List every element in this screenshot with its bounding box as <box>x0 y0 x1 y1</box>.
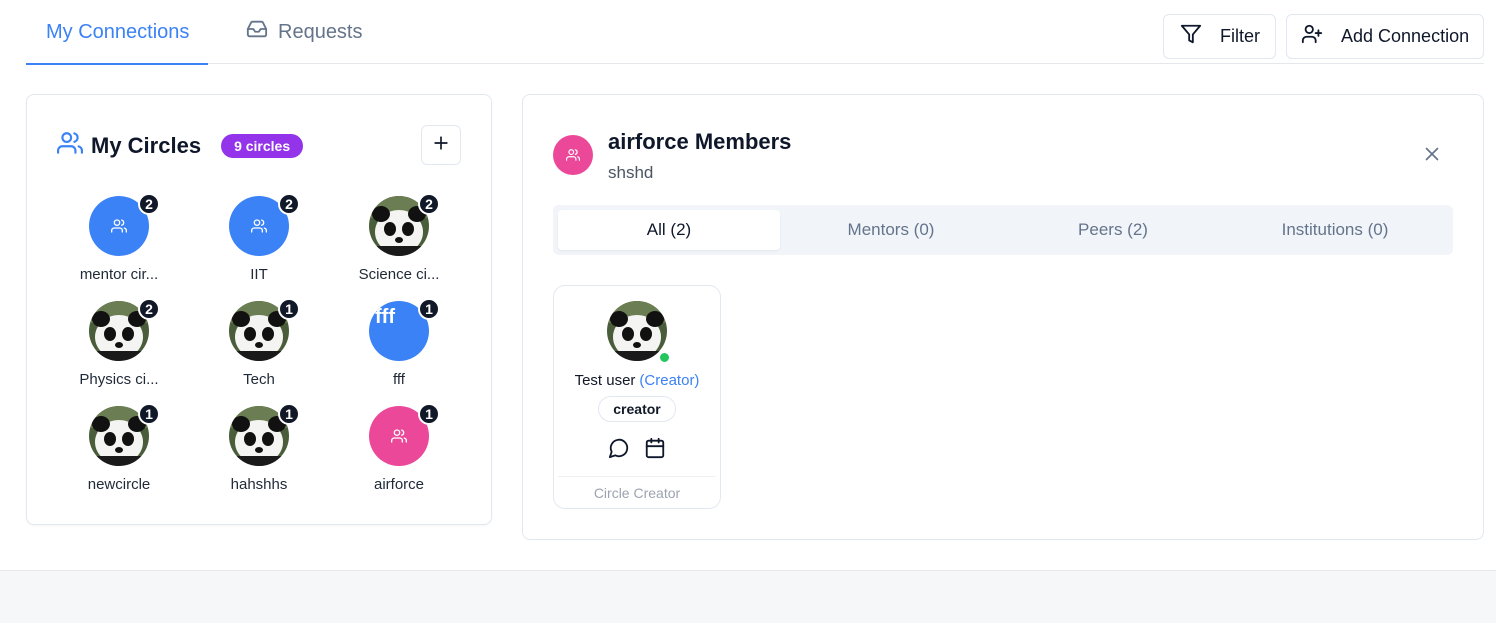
member-count-badge: 1 <box>278 298 300 320</box>
top-tab-bar: My Connections Requests Filter Add Conne… <box>26 0 1484 65</box>
circle-members-panel: airforce Members shshd All (2) Mentors (… <box>522 94 1484 540</box>
circle-item-newcircle[interactable]: 1 newcircle <box>57 403 177 501</box>
filter-tab-mentors[interactable]: Mentors (0) <box>780 210 1002 250</box>
circle-item-hahshhs[interactable]: 1 hahshhs <box>197 403 317 501</box>
circle-name: airforce <box>373 476 425 493</box>
circle-name: Science ci... <box>358 266 440 283</box>
circle-name: newcircle <box>87 476 151 493</box>
calendar-icon[interactable] <box>644 437 666 459</box>
circle-item-airforce[interactable]: 1 airforce <box>337 403 457 501</box>
member-role-tag: (Creator) <box>639 372 700 389</box>
member-count-badge: 1 <box>418 403 440 425</box>
circles-count-badge: 9 circles <box>221 133 304 158</box>
member-count-badge: 2 <box>138 298 160 320</box>
filter-button-label: Filter <box>1220 26 1260 46</box>
circle-item-iit[interactable]: 2 IIT <box>197 193 317 291</box>
members-subtitle: shshd <box>608 163 654 182</box>
member-count-badge: 2 <box>418 193 440 215</box>
member-card-footer: Circle Creator <box>558 476 716 501</box>
circle-item-mentor[interactable]: 2 mentor cir... <box>57 193 177 291</box>
members-title: airforce Members <box>608 129 792 154</box>
member-role-badge: creator <box>598 396 676 422</box>
circle-name: fff <box>393 371 405 388</box>
my-circles-panel: My Circles 9 circles 2 mentor cir... 2 I… <box>26 94 492 525</box>
add-circle-button[interactable] <box>421 125 461 165</box>
users-icon <box>57 130 83 161</box>
my-circles-title: My Circles <box>91 132 202 158</box>
member-actions <box>608 437 666 459</box>
circle-item-tech[interactable]: 1 Tech <box>197 298 317 396</box>
filter-tab-institutions[interactable]: Institutions (0) <box>1224 210 1446 250</box>
tab-my-connections-label: My Connections <box>46 20 190 43</box>
my-circles-header: My Circles 9 circles <box>57 130 304 161</box>
filter-icon <box>1180 23 1202 50</box>
member-card[interactable]: Test user (Creator) creator Circle Creato… <box>553 285 721 509</box>
tab-requests[interactable]: Requests <box>246 0 363 64</box>
member-count-badge: 1 <box>138 403 160 425</box>
broken-image-alt-text: fff <box>375 305 395 328</box>
circle-item-science[interactable]: 2 Science ci... <box>337 193 457 291</box>
plus-icon <box>431 133 451 158</box>
user-plus-icon <box>1301 23 1323 50</box>
member-count-badge: 2 <box>278 193 300 215</box>
filter-tab-peers[interactable]: Peers (2) <box>1002 210 1224 250</box>
member-avatar <box>607 301 667 361</box>
member-count-badge: 1 <box>418 298 440 320</box>
online-status-dot <box>658 351 671 364</box>
circle-name: mentor cir... <box>79 266 159 283</box>
member-name-text: Test user <box>574 372 636 389</box>
member-name: Test user (Creator) <box>554 372 720 389</box>
tab-requests-label: Requests <box>278 20 363 43</box>
add-connection-label: Add Connection <box>1341 26 1470 46</box>
filter-button[interactable]: Filter <box>1163 14 1276 59</box>
add-connection-button[interactable]: Add Connection <box>1286 14 1484 59</box>
close-icon[interactable] <box>1421 143 1443 165</box>
filter-tab-all[interactable]: All (2) <box>558 210 780 250</box>
circle-name: IIT <box>250 266 268 283</box>
circle-name: Tech <box>243 371 275 388</box>
circle-item-physics[interactable]: 2 Physics ci... <box>57 298 177 396</box>
circle-name: Physics ci... <box>79 371 159 388</box>
inbox-icon <box>246 18 268 46</box>
circle-name: hahshhs <box>230 476 288 493</box>
connections-page: My Connections Requests Filter Add Conne… <box>0 0 1496 571</box>
message-circle-icon[interactable] <box>608 437 630 459</box>
member-count-badge: 2 <box>138 193 160 215</box>
member-filter-tabs: All (2) Mentors (0) Peers (2) Institutio… <box>553 205 1453 255</box>
circle-item-fff[interactable]: fff 1 fff <box>337 298 457 396</box>
member-count-badge: 1 <box>278 403 300 425</box>
active-tab-underline <box>26 63 208 65</box>
tab-my-connections[interactable]: My Connections <box>26 0 208 65</box>
group-icon <box>553 135 593 175</box>
